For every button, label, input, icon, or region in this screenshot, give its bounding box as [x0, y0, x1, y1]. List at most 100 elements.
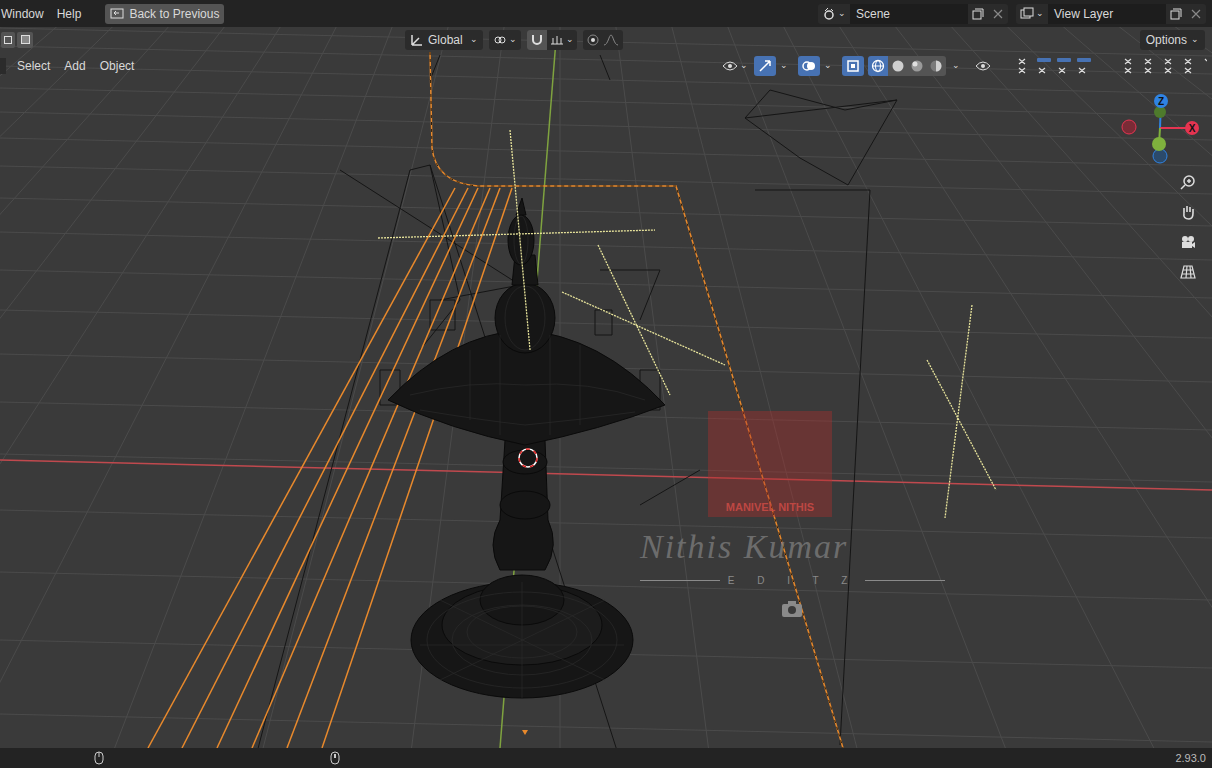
orientation-icon	[410, 33, 424, 47]
ortho-grid-icon[interactable]	[1176, 260, 1200, 284]
status-bar: 2.93.0	[0, 748, 1212, 768]
z-axis-handle[interactable]	[1154, 94, 1168, 108]
proportional-group[interactable]	[583, 30, 623, 50]
back-label: Back to Previous	[129, 5, 219, 23]
camera-view-icon[interactable]	[1176, 230, 1200, 254]
grid-line	[616, 27, 1160, 748]
filter-toggles-icon[interactable]	[997, 56, 1207, 76]
watermark-tagline: E D I T Z	[640, 573, 945, 588]
grid-line	[0, 232, 1212, 260]
gizmo-icon	[758, 59, 772, 73]
blender-window: Window Help Back to Previous ⌄ Scene ⌄	[0, 0, 1212, 768]
x-axis-handle[interactable]	[1185, 121, 1199, 135]
orientation-dropdown[interactable]: Global ⌄	[405, 30, 483, 50]
shading-icon	[910, 59, 924, 73]
overlay-toggle[interactable]	[798, 56, 820, 76]
shading-group[interactable]	[868, 56, 946, 76]
back-button[interactable]: Back to Previous	[105, 4, 224, 24]
3d-viewport[interactable]: MANIVEL NITHIS Nithis Kumar E D I T Z Gl…	[0, 27, 1212, 748]
pivot-dropdown[interactable]: ⌄	[489, 30, 521, 50]
select-new-icon[interactable]	[1, 32, 15, 48]
back-icon	[110, 8, 124, 20]
grid-line	[714, 27, 1212, 748]
gizmo-toggle[interactable]	[754, 56, 776, 76]
select-mode-group[interactable]	[0, 32, 33, 48]
select-extend-icon[interactable]	[17, 32, 33, 48]
eye-icon[interactable]	[975, 60, 991, 72]
grid-line	[0, 112, 1212, 140]
grid-line	[770, 27, 1212, 748]
snap-group[interactable]: ⌄	[527, 30, 577, 50]
scene-name: Scene	[856, 5, 890, 23]
grid-line	[0, 510, 1212, 538]
grid-line	[700, 27, 1212, 748]
grid-line	[840, 27, 1212, 748]
grid-line	[0, 27, 462, 748]
view-layer-selector[interactable]: ⌄ View Layer	[1016, 4, 1206, 24]
layers-icon	[1020, 7, 1034, 21]
grid-line	[0, 27, 420, 748]
grid-line	[756, 27, 1212, 748]
grid-line	[0, 27, 392, 748]
scene-field[interactable]: Scene	[850, 4, 968, 24]
xray-toggle[interactable]	[842, 56, 864, 76]
grid-line	[0, 27, 378, 748]
proportional-icon	[587, 34, 599, 46]
grid-line	[812, 27, 1212, 748]
close-icon[interactable]	[1186, 4, 1206, 24]
magnet-icon[interactable]	[527, 30, 547, 50]
view-layer-field[interactable]: View Layer	[1048, 4, 1166, 24]
visibility-dropdown[interactable]: ⌄	[720, 59, 750, 73]
scene-browse[interactable]: ⌄	[818, 4, 850, 24]
grid-line	[686, 27, 1212, 748]
grid-line	[0, 454, 1212, 482]
shading-icon	[929, 59, 943, 73]
grid-line	[826, 27, 1212, 748]
navigation-gizmo[interactable]: Z X	[1115, 91, 1205, 171]
menu-window[interactable]: Window	[0, 5, 45, 23]
mouse-left-icon	[94, 751, 104, 765]
eye-icon	[722, 60, 738, 72]
overlay-icon	[802, 59, 816, 73]
close-icon[interactable]	[988, 4, 1008, 24]
scene-icon	[822, 7, 836, 21]
collection-filters[interactable]	[975, 56, 1207, 76]
watermark-name: MANIVEL NITHIS	[726, 499, 814, 518]
shading-icon	[871, 59, 885, 73]
menu-help[interactable]: Help	[57, 5, 82, 23]
grid-line	[0, 714, 1212, 742]
shading-button[interactable]	[926, 56, 946, 76]
camera-icon	[780, 599, 804, 619]
scene-canvas[interactable]	[0, 27, 1212, 748]
xray-icon	[846, 59, 860, 73]
menu-add[interactable]: Add	[64, 57, 85, 75]
watermark-signature: Nithis Kumar	[640, 521, 848, 572]
copy-icon[interactable]	[968, 4, 988, 24]
view-layer-browse[interactable]: ⌄	[1016, 4, 1048, 24]
shading-button[interactable]	[907, 56, 926, 76]
menu-object[interactable]: Object	[100, 57, 135, 75]
zoom-icon[interactable]	[1176, 170, 1200, 194]
snap-target-dropdown[interactable]: ⌄	[547, 33, 577, 47]
grid-line	[0, 88, 1212, 116]
shading-icon	[891, 59, 905, 73]
grid-line	[0, 27, 364, 748]
viewport-header: Select Add Object ⌄ ⌄ ⌄ ⌄	[0, 55, 1212, 77]
grid-line	[0, 27, 434, 748]
grid-line	[798, 27, 1212, 748]
snap-increment-icon	[550, 34, 564, 46]
grid-line	[0, 27, 448, 748]
z-axis-label: Z	[1158, 96, 1164, 107]
copy-icon[interactable]	[1166, 4, 1186, 24]
menu-select[interactable]: Select	[17, 57, 50, 75]
shading-button[interactable]	[868, 56, 888, 76]
options-dropdown[interactable]: Options⌄	[1140, 30, 1205, 50]
grid-line	[658, 27, 1212, 748]
navigation-buttons	[1176, 170, 1200, 284]
pan-hand-icon[interactable]	[1176, 200, 1200, 224]
grid-line	[602, 27, 1010, 748]
scene-selector[interactable]: ⌄ Scene	[818, 4, 1008, 24]
version-label: 2.93.0	[1175, 750, 1206, 767]
grid-line	[672, 27, 1212, 748]
shading-button[interactable]	[888, 56, 907, 76]
